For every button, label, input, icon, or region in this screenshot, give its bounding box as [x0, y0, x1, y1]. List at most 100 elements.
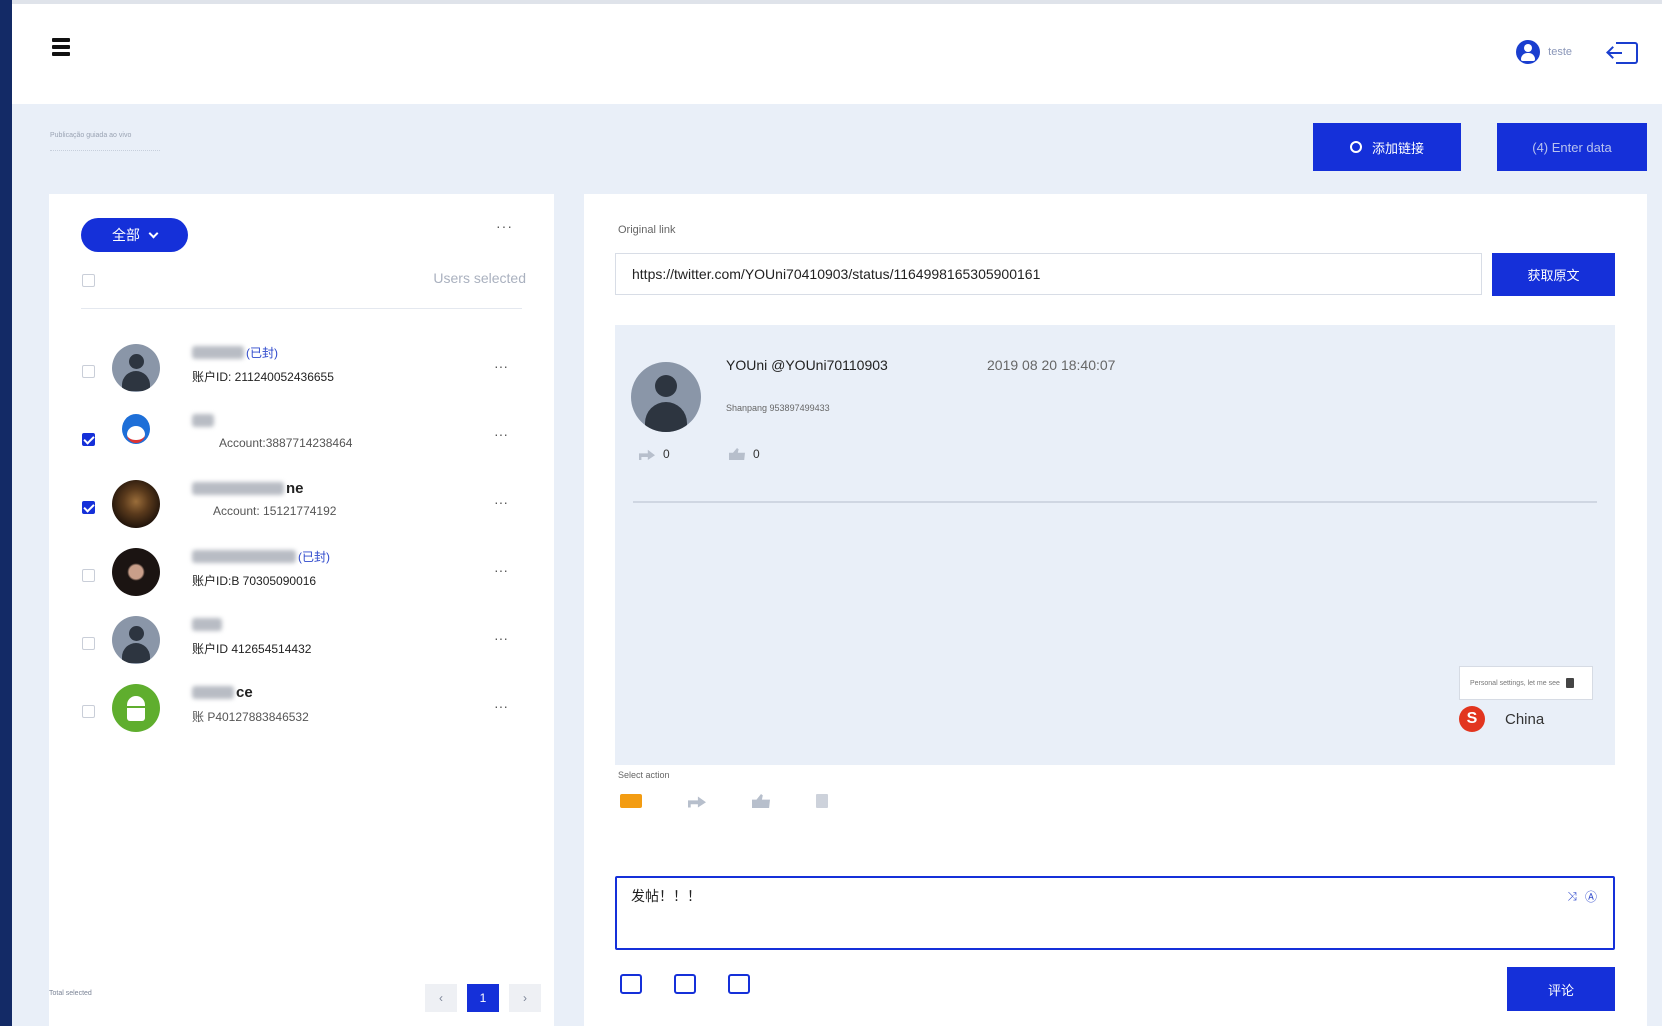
- enter-data-button[interactable]: (4) Enter data: [1497, 123, 1647, 171]
- like-count-value: 0: [753, 447, 760, 461]
- user-name-end: ce: [236, 683, 253, 701]
- user-list-item[interactable]: (已封) 账户ID: 211240052436655 ···: [49, 344, 554, 412]
- divider: [81, 308, 522, 309]
- top-bar: teste: [12, 4, 1662, 104]
- row-more-icon[interactable]: ···: [494, 562, 508, 578]
- user-list-item[interactable]: (已封) 账户ID:B 70305090016 ···: [49, 548, 554, 616]
- users-panel: 全部 ··· Users selected (已封) 账户ID: 2112400…: [49, 194, 554, 1026]
- user-status: (已封): [246, 345, 278, 360]
- action-selector: [620, 794, 828, 808]
- user-checkbox[interactable]: [82, 569, 95, 582]
- user-checkbox[interactable]: [82, 705, 95, 718]
- divider: [633, 501, 1597, 503]
- compose-toolbar: [620, 974, 750, 994]
- select-all-checkbox[interactable]: [82, 274, 95, 287]
- android-avatar-icon: [112, 684, 160, 732]
- row-more-icon[interactable]: ···: [494, 494, 508, 510]
- user-checkbox[interactable]: [82, 365, 95, 378]
- translate-icon[interactable]: Ⓐ: [1585, 888, 1597, 905]
- add-link-label: 添加链接: [1371, 140, 1424, 156]
- next-page-button[interactable]: ›: [509, 984, 541, 1012]
- avatar: [112, 616, 160, 664]
- avatar: [112, 548, 160, 596]
- reply-text: 发帖！！！: [631, 888, 701, 904]
- row-more-icon[interactable]: ···: [494, 698, 508, 714]
- account-id: 账户ID: 211240052436655: [192, 370, 334, 384]
- plus-circle-icon: [1349, 141, 1362, 153]
- add-link-button[interactable]: 添加链接: [1313, 123, 1461, 171]
- url-input[interactable]: https://twitter.com/YOUni70410903/status…: [615, 253, 1482, 295]
- user-filter-dropdown[interactable]: 全部: [81, 218, 188, 252]
- user-list-item[interactable]: ne Account: 15121774192 ···: [49, 480, 554, 548]
- account-id: Account:3887714238464: [219, 436, 353, 450]
- shuffle-icon[interactable]: ⤨: [1567, 889, 1577, 904]
- comment-icon[interactable]: [620, 794, 642, 808]
- share-count: 0: [639, 447, 670, 461]
- thumbs-up-icon: [729, 448, 745, 460]
- pagination: ‹ 1 ›: [425, 984, 541, 1012]
- share-icon[interactable]: [688, 796, 706, 808]
- row-more-icon[interactable]: ···: [494, 630, 508, 646]
- thumbs-up-icon[interactable]: [752, 794, 770, 808]
- share-icon: [639, 449, 655, 460]
- user-menu[interactable]: teste: [1516, 40, 1572, 64]
- text-template-icon[interactable]: [620, 974, 642, 994]
- footer-note: Total selected: [49, 990, 92, 997]
- account-id: 账户ID:B 70305090016: [192, 574, 317, 588]
- user-name: [192, 412, 214, 428]
- avatar: [112, 344, 160, 392]
- reply-textarea[interactable]: 发帖！！！ ⤨ Ⓐ: [615, 876, 1615, 950]
- avatar: [631, 362, 701, 432]
- reply-tools: ⤨ Ⓐ: [1567, 888, 1597, 905]
- avatar: [112, 480, 160, 528]
- user-list-item[interactable]: ce 账 P40127883846532 ···: [49, 684, 554, 752]
- user-name: teste: [1548, 46, 1572, 58]
- row-more-icon[interactable]: ···: [494, 426, 508, 442]
- original-link-label: Original link: [618, 224, 676, 236]
- prev-page-button[interactable]: ‹: [425, 984, 457, 1012]
- ime-popup-text: Personal settings, let me see: [1470, 679, 1560, 687]
- account-id: 账 P40127883846532: [192, 710, 309, 724]
- user-name: [192, 616, 222, 632]
- avatar: [112, 412, 160, 460]
- hamburger-icon[interactable]: [52, 38, 70, 56]
- user-checkbox[interactable]: [82, 433, 95, 446]
- user-status: (已封): [298, 549, 330, 564]
- ime-toolbar[interactable]: S China: [1459, 704, 1544, 734]
- sogou-ime-icon[interactable]: S: [1459, 706, 1485, 732]
- breadcrumb-underline: [50, 148, 160, 151]
- account-id: Account: 15121774192: [213, 504, 337, 518]
- select-action-label: Select action: [618, 770, 670, 780]
- user-name: (已封): [192, 548, 330, 564]
- tweet-timestamp: 2019 08 20 18:40:07: [987, 357, 1116, 373]
- user-list-item[interactable]: Account:3887714238464 ···: [49, 412, 554, 480]
- user-name: ne: [192, 479, 304, 497]
- users-selected-label: Users selected: [433, 270, 526, 286]
- filter-label: 全部: [112, 227, 140, 243]
- share-count-value: 0: [663, 447, 670, 461]
- account-id: 账户ID 412654514432: [192, 642, 312, 656]
- user-list-item[interactable]: 账户ID 412654514432 ···: [49, 616, 554, 684]
- tweet-text: Shanpang 953897499433: [726, 403, 830, 413]
- chevron-down-icon: [148, 228, 159, 238]
- row-more-icon[interactable]: ···: [494, 358, 508, 374]
- ime-popup: Personal settings, let me see: [1459, 666, 1593, 700]
- image-icon[interactable]: [674, 974, 696, 994]
- logout-icon[interactable]: [1608, 42, 1638, 64]
- user-name: (已封): [192, 344, 278, 360]
- lock-icon: [1565, 678, 1574, 688]
- user-name: ce: [192, 683, 253, 701]
- user-checkbox[interactable]: [82, 501, 95, 514]
- more-options-icon[interactable]: ···: [496, 218, 513, 234]
- ime-region: China: [1505, 710, 1545, 728]
- fetch-original-button[interactable]: 获取原文: [1492, 253, 1615, 296]
- tweet-author: YOUni @YOUni70110903: [726, 357, 888, 373]
- video-icon[interactable]: [728, 974, 750, 994]
- user-circle-icon: [1516, 40, 1541, 64]
- breadcrumb: Publicação guiada ao vivo: [50, 132, 132, 139]
- trash-icon[interactable]: [816, 794, 828, 808]
- user-name-end: ne: [286, 479, 304, 497]
- user-checkbox[interactable]: [82, 637, 95, 650]
- send-comment-button[interactable]: 评论: [1507, 967, 1615, 1011]
- page-1-button[interactable]: 1: [467, 984, 499, 1012]
